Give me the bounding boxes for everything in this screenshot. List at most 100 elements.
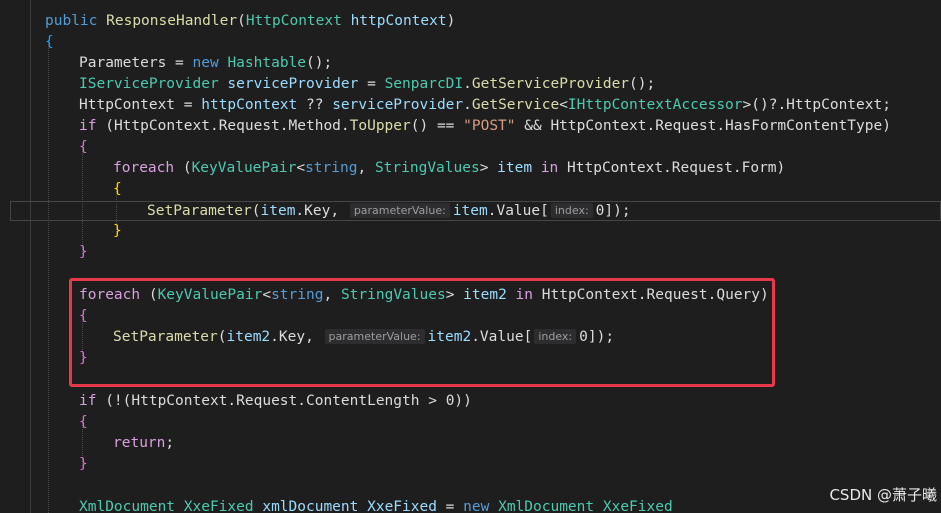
punct: . <box>463 76 472 92</box>
code-line-7[interactable]: { <box>79 137 88 158</box>
watermark: CSDN @萧子曦 <box>829 486 937 504</box>
punct: ; <box>165 435 175 451</box>
type-name: XmlDocument <box>79 499 176 513</box>
punct: ()?.HttpContext; <box>751 97 891 113</box>
variable: item <box>260 203 296 219</box>
code-line-6[interactable]: if (HttpContext.Request.Method.ToUpper()… <box>79 116 891 137</box>
type-name: XxeFixed <box>183 499 254 513</box>
inlay-hint: parameterValue: <box>349 203 450 218</box>
highlight-annotation-box <box>69 278 775 387</box>
paren: ( <box>96 118 114 134</box>
brace: } <box>79 244 88 260</box>
method-name: SetParameter <box>147 203 252 219</box>
paren: ( <box>237 13 246 29</box>
operator: > <box>419 393 446 409</box>
punct: > <box>742 97 752 113</box>
punct: , <box>357 160 375 176</box>
variable: serviceProvider <box>332 97 464 113</box>
type-name <box>175 499 184 513</box>
method-name: GetServiceProvider <box>471 76 630 92</box>
method-name: ResponseHandler <box>106 13 238 29</box>
code-line-10[interactable]: SetParameter(item.Key, parameterValue: it… <box>147 201 631 222</box>
type-name: IServiceProvider <box>79 76 219 92</box>
type-name: HttpContext <box>245 13 342 29</box>
brace: { <box>79 414 88 430</box>
punct: < <box>559 97 568 113</box>
code-line-12[interactable]: } <box>79 242 88 263</box>
paren: ) <box>446 13 456 29</box>
operator: = <box>436 499 464 513</box>
paren: ( <box>251 203 261 219</box>
keyword: public <box>45 13 98 29</box>
punct: (); <box>629 76 656 92</box>
operator: ?? <box>297 97 333 113</box>
keyword: return <box>113 435 166 451</box>
identifier: Parameters <box>79 55 167 71</box>
identifier: HttpContext <box>79 97 176 113</box>
keyword: new <box>463 499 490 513</box>
brace: { <box>113 181 122 197</box>
method-name: GetService <box>471 97 560 113</box>
punct: (); <box>306 55 333 71</box>
type-name: KeyValuePair <box>191 160 297 176</box>
keyword: foreach <box>113 160 175 176</box>
type-name: XmlDocument <box>489 499 595 513</box>
identifier: .Key, <box>295 203 348 219</box>
identifier: .Value <box>487 203 541 219</box>
punct: < <box>296 160 306 176</box>
type-name: Hashtable <box>227 55 307 71</box>
code-line-8[interactable]: foreach (KeyValuePair<string, StringValu… <box>113 158 785 179</box>
brace: } <box>79 456 88 472</box>
inlay-hint: index: <box>550 203 593 218</box>
brace: { <box>79 139 88 155</box>
punct: ]); <box>604 203 631 219</box>
code-line-5[interactable]: HttpContext = httpContext ?? serviceProv… <box>79 95 891 116</box>
identifier: HttpContext.Request.Form <box>558 160 777 176</box>
punct: () <box>410 118 429 134</box>
variable: item <box>488 160 533 176</box>
identifier: HttpContext.Request.Method. <box>113 118 350 134</box>
operator: = <box>358 76 385 92</box>
code-line-9[interactable]: { <box>113 179 122 200</box>
keyword: if <box>79 393 97 409</box>
code-line-20[interactable]: } <box>79 454 88 475</box>
code-line-18[interactable]: { <box>79 412 88 433</box>
keyword: if <box>79 118 97 134</box>
operator: = <box>175 97 202 113</box>
paren: ) <box>776 160 786 176</box>
code-line-17[interactable]: if (!(HttpContext.Request.ContentLength … <box>79 391 472 412</box>
keyword: in <box>532 160 559 176</box>
keyword: new <box>192 55 219 71</box>
method-name: ToUpper <box>349 118 411 134</box>
brace: } <box>113 223 122 239</box>
code-editor[interactable]: public ResponseHandler(HttpContext httpC… <box>0 0 941 513</box>
identifier: HttpContext.Request.HasFormContentType <box>550 118 883 134</box>
code-line-11[interactable]: } <box>113 221 122 242</box>
code-line-3[interactable]: Parameters = new Hashtable(); <box>79 53 332 74</box>
code-line-19[interactable]: return; <box>113 433 174 454</box>
code-line-2[interactable]: { <box>45 32 54 53</box>
type-name: IHttpContextAccessor <box>567 97 743 113</box>
code-line-21[interactable]: XmlDocument XxeFixed xmlDocument XxeFixe… <box>79 497 673 513</box>
keyword: string <box>305 160 358 176</box>
paren: ) <box>882 118 891 134</box>
class-name: SenparcDI <box>384 76 464 92</box>
code-line-4[interactable]: IServiceProvider serviceProvider = Senpa… <box>79 74 655 95</box>
variable: item <box>452 203 488 219</box>
paren: (!( <box>96 393 132 409</box>
indent-guide <box>82 146 83 254</box>
paren: ( <box>174 160 192 176</box>
operator: && <box>515 118 551 134</box>
operator: == <box>428 118 464 134</box>
code-line-1[interactable]: public ResponseHandler(HttpContext httpC… <box>45 11 455 32</box>
type-name: XxeFixed <box>594 499 673 513</box>
fold-margin <box>30 0 31 513</box>
indent-guide <box>48 40 49 513</box>
variable: xmlDocument <box>253 499 359 513</box>
param-name: httpContext <box>201 97 298 113</box>
type-name: StringValues <box>374 160 480 176</box>
brace: { <box>45 34 54 50</box>
punct: [ <box>540 203 549 219</box>
operator: = <box>166 55 193 71</box>
param-name: httpContext <box>350 13 447 29</box>
